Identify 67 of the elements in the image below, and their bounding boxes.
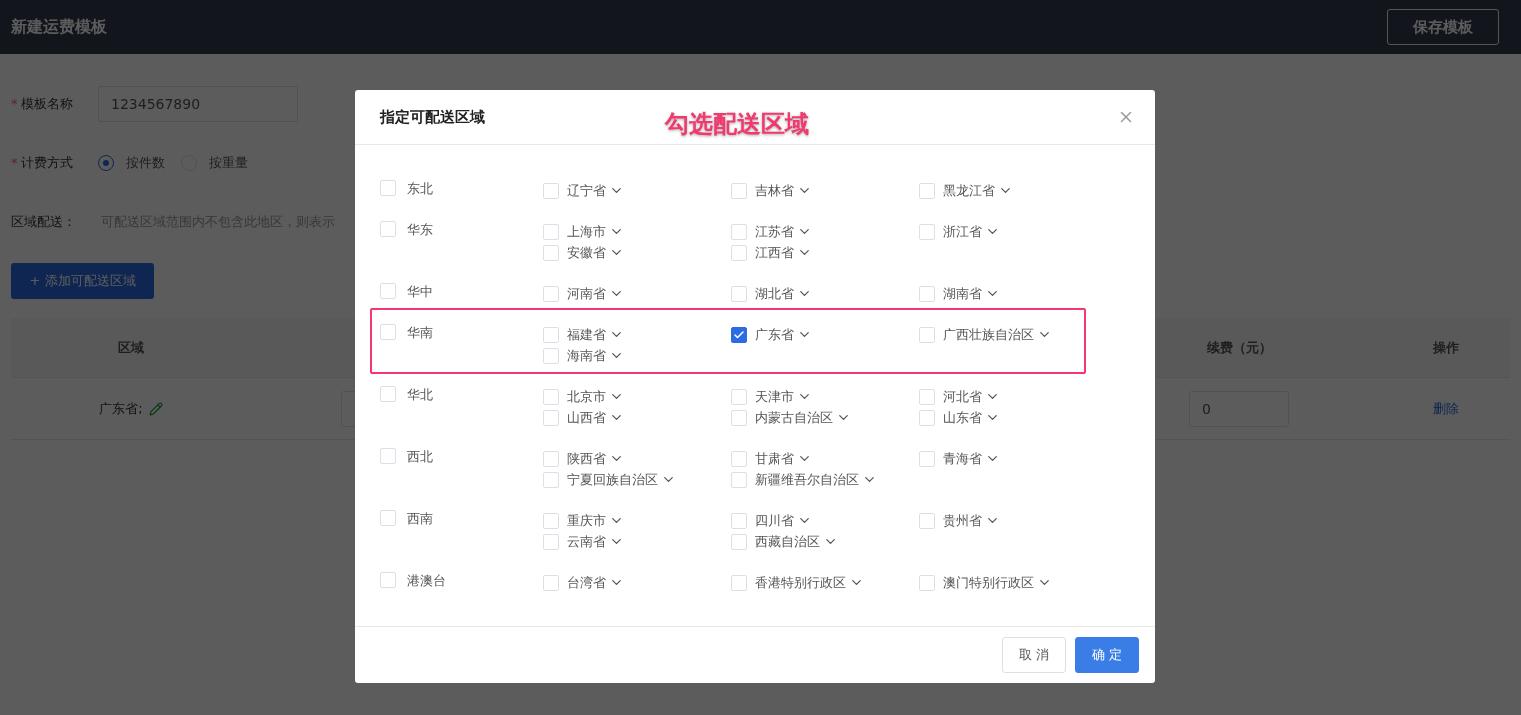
column-header: 续费（元） [1205,338,1273,357]
province-label: 澳门特别行政区 [943,573,1034,592]
province-label: 台湾省 [567,573,606,592]
region-label: 华北 [407,386,433,404]
pencil-icon[interactable] [148,401,163,416]
province-label: 香港特别行政区 [755,573,846,592]
region-label: 华南 [407,324,433,342]
column-header: 操作 [1431,338,1460,357]
province-label: 宁夏回族自治区 [567,470,658,489]
province-label: 重庆市 [567,511,606,530]
region-label: 东北 [407,180,433,198]
delete-link[interactable]: 删除 [1432,399,1459,418]
column-header: 区域 [117,338,145,357]
required-mark: * [11,155,18,170]
dialog-title: 指定可配送区域 [380,107,485,127]
province-label: 上海市 [567,222,606,241]
input-field[interactable]: 1234567890 [98,86,298,122]
province-label: 四川省 [755,511,794,530]
field-label: 区域配送： [11,213,77,231]
province-label: 湖南省 [943,284,982,303]
province-label: 辽宁省 [567,181,606,200]
required-mark: * [11,96,18,111]
field-label: * 模板名称 [11,95,74,113]
region-label: 西北 [407,448,433,466]
region-label: 华东 [407,221,433,239]
cancel-button[interactable]: 取 消 [1002,637,1066,673]
table-cell: 广东省; [99,399,143,418]
page-title: 新建运费模板 [11,16,107,38]
province-label: 青海省 [943,449,982,468]
confirm-button[interactable]: 确 定 [1075,637,1139,673]
province-label: 内蒙古自治区 [755,408,833,427]
annotation-text: 勾选配送区域 [665,109,809,140]
province-label: 陕西省 [567,449,606,468]
checkbox[interactable] [731,326,747,343]
save-button[interactable]: 保存模板 [1387,9,1499,45]
region-label: 华中 [407,283,433,301]
check-icon [733,328,745,341]
province-label: 黑龙江省 [943,181,995,200]
province-label: 广东省 [755,325,794,344]
province-label: 新疆维吾尔自治区 [755,470,859,489]
region-label: 西南 [407,510,433,528]
province-label: 江西省 [755,243,794,262]
province-label: 北京市 [567,387,606,406]
province-label: 海南省 [567,346,606,365]
province-label: 浙江省 [943,222,982,241]
add-area-button[interactable]: + 添加可配送区域 [11,263,154,299]
province-label: 河北省 [943,387,982,406]
province-label: 山西省 [567,408,606,427]
province-label: 云南省 [567,532,606,551]
province-label: 安徽省 [567,243,606,262]
province-label: 吉林省 [755,181,794,200]
province-label: 西藏自治区 [755,532,820,551]
province-label: 江苏省 [755,222,794,241]
radio-button[interactable] [98,155,114,171]
province-label: 福建省 [567,325,606,344]
province-label: 广西壮族自治区 [943,325,1034,344]
radio-label: 按重量 [209,154,248,172]
province-label: 湖北省 [755,284,794,303]
province-label: 河南省 [567,284,606,303]
field-label: * 计费方式 [11,154,74,172]
province-label: 山东省 [943,408,982,427]
province-label: 甘肃省 [755,449,794,468]
region-label: 港澳台 [407,572,446,590]
input-field[interactable]: 0 [1189,390,1289,427]
province-label: 贵州省 [943,511,982,530]
radio-label: 按件数 [126,154,165,172]
province-label: 天津市 [755,387,794,406]
